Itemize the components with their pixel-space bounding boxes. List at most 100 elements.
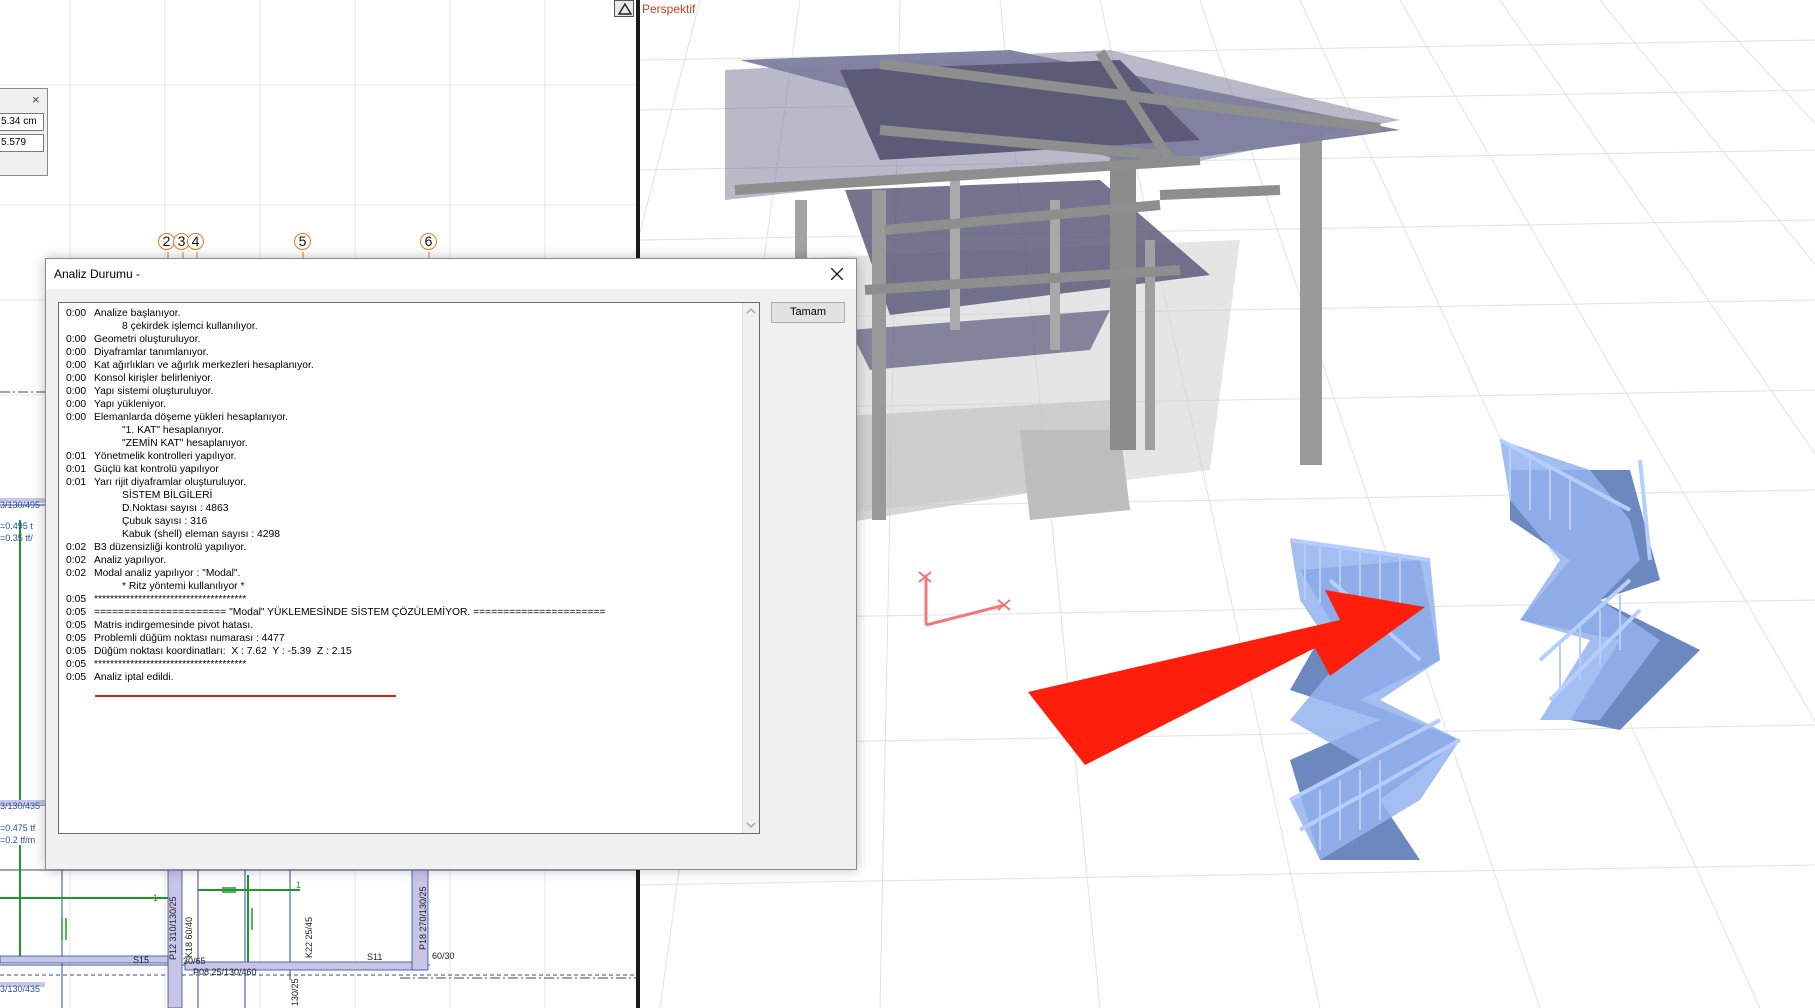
log-line: 0:00 Konsol kirişler belirleniyor. xyxy=(66,372,736,385)
log-text: Analiz yapılıyor. xyxy=(94,555,167,566)
log-text: "ZEMİN KAT" hesaplanıyor. xyxy=(122,438,248,449)
log-text: Düğüm noktası koordinatları: X : 7.62 Y … xyxy=(94,646,352,657)
column-label-k22: K22 25/45 xyxy=(304,916,314,958)
log-text: Yapı yükleniyor. xyxy=(94,399,166,410)
load-label: =0.495 t xyxy=(0,521,33,531)
log-time: 0:00 xyxy=(66,334,87,345)
log-text: SİSTEM BİLGİLERİ xyxy=(122,490,213,501)
load-label: =0.35 tf/ xyxy=(0,533,33,543)
log-text: Yapı sistemi oluşturuluyor. xyxy=(94,386,214,397)
dim-label: 130/25 xyxy=(290,978,300,1006)
axis-bubble-4[interactable]: 4 xyxy=(187,233,204,250)
log-text: "1. KAT" hesaplanıyor. xyxy=(122,425,225,436)
log-time: 0:00 xyxy=(66,360,87,371)
rebar-count: 1 xyxy=(153,893,159,903)
log-time: 0:00 xyxy=(66,386,87,397)
axis-bubble-6[interactable]: 6 xyxy=(420,233,437,250)
measure-length-field[interactable]: 5.34 cm xyxy=(0,113,44,131)
beam-label-top: 3/130/495 xyxy=(0,500,41,510)
log-line: 0:01 Yönetmelik kontrolleri yapılıyor. xyxy=(66,450,736,463)
log-line: 0:02 B3 düzensizliği kontrolü yapılıyor. xyxy=(66,541,736,554)
log-time: 0:00 xyxy=(66,373,87,384)
log-line: "ZEMİN KAT" hesaplanıyor. xyxy=(66,437,736,450)
log-time: 0:01 xyxy=(66,451,87,462)
log-line: 0:05 ************************************… xyxy=(66,593,736,606)
log-line: 0:05 Düğüm noktası koordinatları: X : 7.6… xyxy=(66,645,736,658)
log-time: 0:00 xyxy=(66,399,87,410)
log-line: SİSTEM BİLGİLERİ xyxy=(66,489,736,502)
beam-label-mid: 3/130/435 xyxy=(0,801,41,811)
measurement-panel: × 5.34 cm 5.579 xyxy=(0,88,48,176)
slab-label-s11: S11 xyxy=(367,952,383,962)
close-icon xyxy=(831,268,843,280)
triangle-up-icon xyxy=(617,2,633,15)
log-text: Kat ağırlıkları ve ağırlık merkezleri he… xyxy=(94,360,314,371)
log-text: Kabuk (shell) eleman sayısı : 4298 xyxy=(122,529,280,540)
log-text: Geometri oluşturuluyor. xyxy=(94,334,201,345)
beam-label-bottom: 3/130/435 xyxy=(0,984,41,994)
log-line: * Ritz yöntemi kullanılıyor * xyxy=(66,580,736,593)
measure-close-button[interactable]: × xyxy=(32,93,40,106)
log-line: Kabuk (shell) eleman sayısı : 4298 xyxy=(66,528,736,541)
dialog-close-button[interactable] xyxy=(822,259,852,289)
log-time: 0:05 xyxy=(66,659,87,670)
log-scrollbar[interactable] xyxy=(742,303,759,833)
log-line: 0:01 Yarı rijit diyaframlar oluşturuluyor… xyxy=(66,476,736,489)
log-text: Problemli düğüm noktası numarası : 4477 xyxy=(94,633,285,644)
log-time: 0:00 xyxy=(66,308,87,319)
log-line: 0:05 ************************************… xyxy=(66,658,736,671)
log-time: 0:05 xyxy=(66,620,87,631)
log-time: 0:01 xyxy=(66,464,87,475)
dim-label: 60/30 xyxy=(432,951,455,961)
slab-label-s15: S15 xyxy=(133,955,150,965)
maximize-view-button[interactable] xyxy=(614,0,634,17)
measure-value-field[interactable]: 5.579 xyxy=(0,134,44,152)
log-text: Matris indirgemesinde pivot hatası. xyxy=(94,620,254,631)
dialog-title: Analiz Durumu - xyxy=(54,267,141,281)
log-time: 0:05 xyxy=(66,594,87,605)
scroll-up-button[interactable] xyxy=(743,303,759,319)
column-label-k18: K18 60/40 xyxy=(184,916,194,958)
log-time: 0:00 xyxy=(66,412,87,423)
log-text: 8 çekirdek işlemci kullanılıyor. xyxy=(122,321,258,332)
log-line: 0:00 Geometri oluşturuluyor. xyxy=(66,333,736,346)
error-underline xyxy=(95,695,396,697)
log-text: B3 düzensizliği kontrolü yapılıyor. xyxy=(94,542,247,553)
column-label-p18: P18 270/130/25 xyxy=(418,886,428,950)
log-line: "1. KAT" hesaplanıyor. xyxy=(66,424,736,437)
log-line: 0:05 ====================== "Modal" YÜKLE… xyxy=(66,606,736,619)
log-text: Elemanlarda döşeme yükleri hesaplanıyor. xyxy=(94,412,289,423)
axis-triad xyxy=(924,575,1006,627)
log-text: Analiz iptal edildi. xyxy=(94,672,174,683)
log-line: 0:05 Matris indirgemesinde pivot hatası. xyxy=(66,619,736,632)
log-line: 0:00 Diyaframlar tanımlanıyor. xyxy=(66,346,736,359)
log-time: 0:02 xyxy=(66,542,87,553)
axis-bubble-5[interactable]: 5 xyxy=(294,233,311,250)
log-line: 0:00 Kat ağırlıkları ve ağırlık merkezler… xyxy=(66,359,736,372)
dialog-titlebar[interactable]: Analiz Durumu - xyxy=(46,259,856,289)
log-time: 0:02 xyxy=(66,568,87,579)
log-time: 0:00 xyxy=(66,347,87,358)
log-text: D.Noktası sayısı : 4863 xyxy=(122,503,229,514)
scroll-down-button[interactable] xyxy=(743,817,759,833)
log-line: 0:00 Analize başlanıyor. xyxy=(66,307,736,320)
log-line: 0:00 Elemanlarda döşeme yükleri hesaplanı… xyxy=(66,411,736,424)
chevron-down-icon xyxy=(746,822,756,828)
log-line: 0:02 Analiz yapılıyor. xyxy=(66,554,736,567)
log-text: Diyaframlar tanımlanıyor. xyxy=(94,347,209,358)
log-line: D.Noktası sayısı : 4863 xyxy=(66,502,736,515)
log-time: 0:05 xyxy=(66,633,87,644)
load-label: =0.2 tf/m xyxy=(0,835,36,845)
log-lines: 0:00 Analize başlanıyor. 8 çekirdek işlemc… xyxy=(66,307,736,684)
log-line: 0:02 Modal analiz yapılıyor : "Modal". xyxy=(66,567,736,580)
log-text: Konsol kirişler belirleniyor. xyxy=(94,373,214,384)
log-line: 0:00 Yapı sistemi oluşturuluyor. xyxy=(66,385,736,398)
log-line: 8 çekirdek işlemci kullanılıyor. xyxy=(66,320,736,333)
ok-button[interactable]: Tamam xyxy=(771,302,845,323)
log-line: 0:05 Analiz iptal edildi. xyxy=(66,671,736,684)
log-line: Çubuk sayısı : 316 xyxy=(66,515,736,528)
log-text: ====================== "Modal" YÜKLEMESİ… xyxy=(94,607,606,618)
analysis-log[interactable]: 0:00 Analize başlanıyor. 8 çekirdek işlemc… xyxy=(58,302,760,834)
log-line: 0:01 Güçlü kat kontrolü yapılıyor xyxy=(66,463,736,476)
log-text: Modal analiz yapılıyor : "Modal". xyxy=(94,568,241,579)
